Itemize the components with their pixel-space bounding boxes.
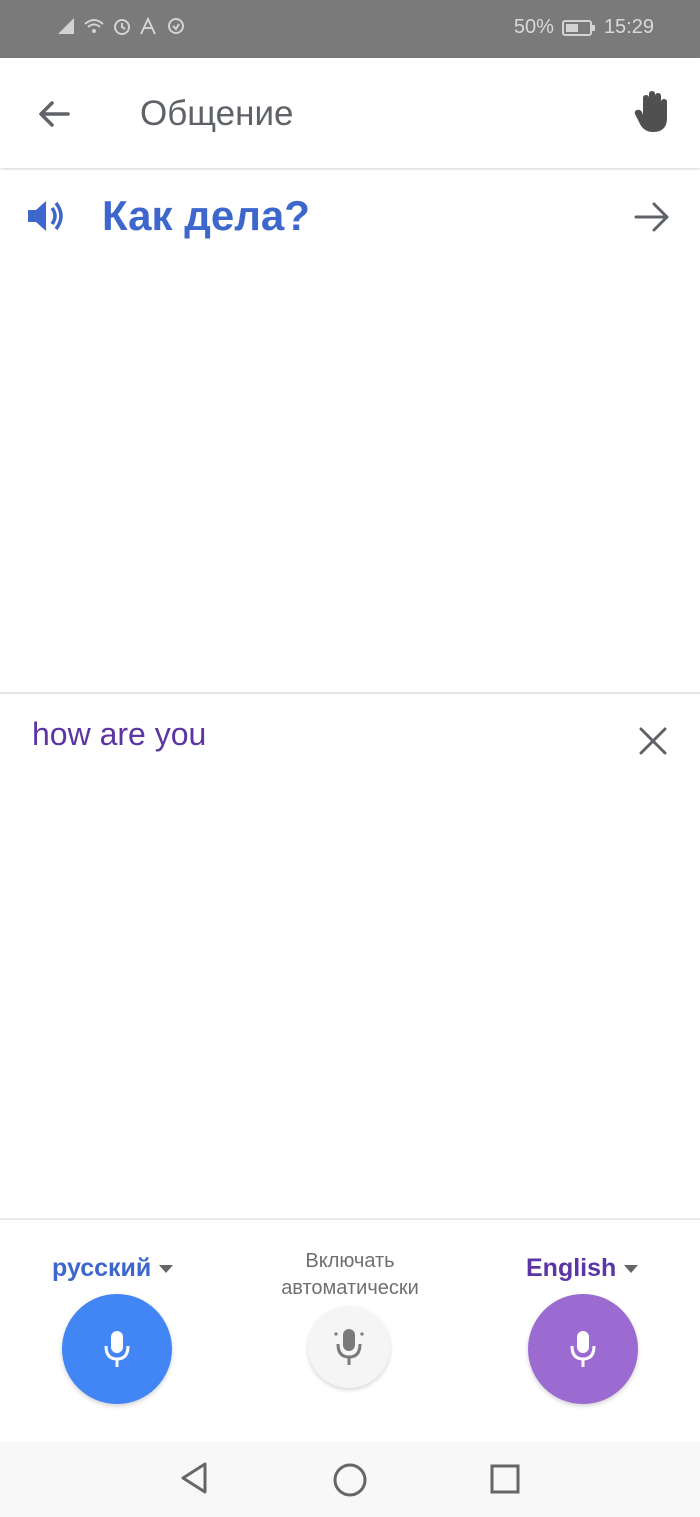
wifi-icon	[84, 19, 104, 33]
hand-button[interactable]	[628, 88, 678, 138]
alarm-icon	[114, 19, 130, 35]
right-language-selector[interactable]: English	[526, 1254, 639, 1283]
auto-mode-label: Включать автоматически	[281, 1250, 419, 1299]
hand-icon	[634, 91, 667, 132]
source-text: Как дела?	[102, 192, 310, 239]
back-arrow-icon	[39, 101, 70, 127]
auto-mic-button[interactable]	[308, 1306, 390, 1388]
mic-icon	[334, 1329, 364, 1365]
nav-recent-icon[interactable]	[488, 1462, 522, 1496]
chevron-down-icon	[159, 1264, 174, 1273]
app-bar: Общение	[0, 58, 700, 168]
speaker-icon[interactable]	[24, 196, 68, 236]
nav-back-icon[interactable]	[177, 1460, 211, 1496]
battery-icon	[561, 19, 595, 36]
status-left-icons	[56, 16, 186, 36]
target-panel: how are you	[0, 694, 700, 1218]
right-language-label: English	[526, 1254, 617, 1282]
chevron-down-icon	[624, 1264, 639, 1273]
left-language-label: русский	[52, 1254, 152, 1282]
nav-home-icon[interactable]	[330, 1460, 370, 1500]
signal-icon	[58, 18, 74, 34]
left-language-selector[interactable]: русский	[52, 1254, 174, 1283]
source-panel: Как дела?	[0, 170, 700, 692]
status-right: 50% 15:29	[514, 16, 654, 39]
sync-icon	[168, 18, 184, 34]
mic-icon	[104, 1331, 130, 1367]
language-controls: русский Включать автоматически English	[0, 1220, 700, 1442]
right-mic-button[interactable]	[528, 1294, 638, 1404]
forward-arrow-icon[interactable]	[632, 198, 672, 236]
page-title: Общение	[140, 94, 294, 133]
back-button[interactable]	[30, 92, 78, 136]
battery-percent: 50%	[513, 16, 554, 38]
mic-icon	[570, 1331, 596, 1367]
left-mic-button[interactable]	[62, 1294, 172, 1404]
navigation-bar	[0, 1442, 700, 1517]
network-icon	[140, 16, 156, 35]
close-icon[interactable]	[636, 724, 670, 758]
status-bar: 50% 15:29	[0, 0, 700, 58]
status-time: 15:29	[603, 16, 654, 38]
translation-text: how are you	[32, 716, 207, 752]
